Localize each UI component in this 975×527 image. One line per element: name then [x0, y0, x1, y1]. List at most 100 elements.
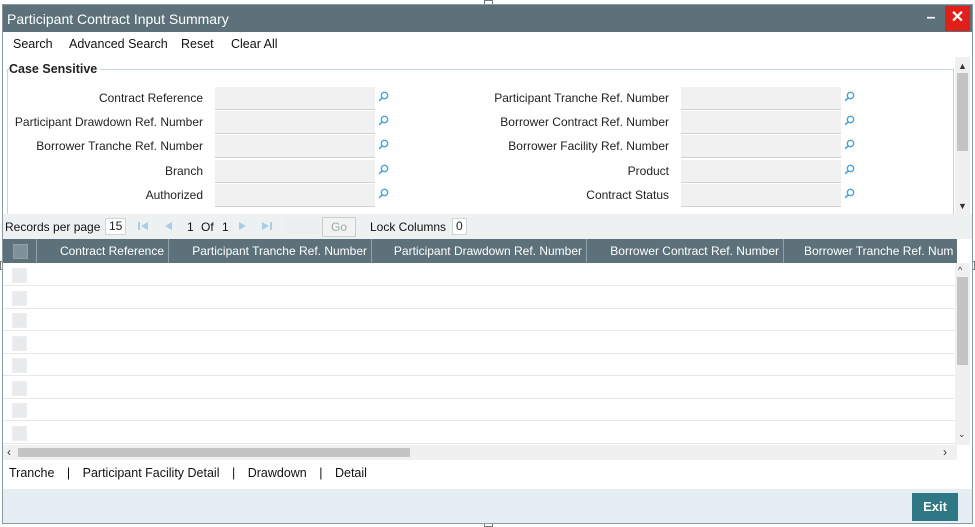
next-page-icon[interactable] — [237, 220, 249, 232]
case-sensitive-legend: Case Sensitive — [9, 62, 101, 76]
participant-facility-detail-link[interactable]: Participant Facility Detail — [83, 466, 220, 480]
scroll-down-icon[interactable]: ▼ — [958, 201, 967, 211]
pagination-bar: Records per page 15 1 Of 1 Go Lock Colum… — [3, 214, 972, 239]
contract-status-input[interactable] — [681, 184, 841, 207]
scroll-right-icon[interactable]: › — [943, 445, 947, 459]
search-lens-icon[interactable] — [378, 115, 389, 126]
last-page-icon[interactable] — [261, 220, 273, 232]
search-lens-icon[interactable] — [844, 115, 855, 126]
label-participant-tranche-ref: Participant Tranche Ref. Number — [494, 91, 669, 105]
scrollbar-thumb[interactable] — [957, 73, 968, 151]
label-authorized: Authorized — [145, 188, 203, 202]
table-row[interactable] — [3, 331, 957, 354]
borrower-facility-ref-input[interactable] — [681, 135, 841, 158]
borrower-tranche-ref-input[interactable] — [215, 135, 375, 158]
row-checkbox[interactable] — [12, 313, 27, 328]
bottom-bar — [3, 489, 972, 523]
page-number-input[interactable] — [285, 218, 319, 234]
records-per-page-select[interactable]: 15 — [105, 218, 127, 235]
criteria-scrollbar[interactable]: ▲ ▼ — [955, 57, 970, 214]
table-row[interactable] — [3, 263, 957, 286]
label-contract-status: Contract Status — [586, 188, 669, 202]
label-contract-reference: Contract Reference — [98, 91, 203, 105]
reset-button[interactable]: Reset — [181, 37, 214, 51]
window-title: Participant Contract Input Summary — [7, 11, 229, 27]
table-row[interactable] — [3, 376, 957, 399]
search-lens-icon[interactable] — [844, 188, 855, 199]
label-product: Product — [627, 164, 669, 178]
total-pages: 1 — [222, 220, 229, 234]
row-checkbox[interactable] — [12, 335, 27, 351]
close-icon[interactable]: ✕ — [945, 6, 970, 31]
go-button[interactable]: Go — [322, 217, 356, 237]
column-header-borrower-tranche-ref[interactable]: Borrower Tranche Ref. Num — [784, 239, 957, 263]
clear-all-button[interactable]: Clear All — [231, 37, 278, 51]
detail-link[interactable]: Detail — [335, 466, 367, 480]
link-separator: | — [319, 466, 323, 480]
search-lens-icon[interactable] — [844, 91, 855, 102]
branch-input[interactable] — [215, 160, 375, 183]
table-row[interactable] — [3, 353, 957, 376]
participant-drawdown-ref-input[interactable] — [215, 111, 375, 134]
product-input[interactable] — [681, 160, 841, 183]
previous-page-icon[interactable] — [162, 220, 174, 232]
grid-vertical-scrollbar[interactable]: ^ ⌄ — [955, 263, 970, 445]
grid-header: Contract Reference Participant Tranche R… — [3, 239, 957, 263]
advanced-search-button[interactable]: Advanced Search — [69, 37, 168, 51]
scroll-left-icon[interactable]: ‹ — [7, 445, 11, 459]
scrollbar-thumb[interactable] — [957, 277, 968, 365]
search-button[interactable]: Search — [13, 37, 53, 51]
tranche-link[interactable]: Tranche — [9, 466, 54, 480]
row-checkbox[interactable] — [12, 358, 27, 373]
label-borrower-contract-ref: Borrower Contract Ref. Number — [500, 115, 669, 129]
link-separator: | — [66, 466, 71, 480]
search-lens-icon[interactable] — [378, 164, 389, 175]
scroll-up-icon[interactable]: ^ — [958, 265, 962, 275]
column-header-contract-reference[interactable]: Contract Reference — [37, 239, 169, 263]
column-header-participant-drawdown-ref[interactable]: Participant Drawdown Ref. Number — [372, 239, 587, 263]
row-checkbox[interactable] — [12, 403, 27, 418]
search-lens-icon[interactable] — [844, 164, 855, 175]
table-row[interactable] — [3, 286, 957, 309]
label-borrower-facility-ref: Borrower Facility Ref. Number — [508, 139, 669, 153]
search-lens-icon[interactable] — [378, 91, 389, 102]
column-header-participant-tranche-ref[interactable]: Participant Tranche Ref. Number — [169, 239, 372, 263]
contract-reference-input[interactable] — [215, 87, 375, 110]
row-checkbox[interactable] — [12, 380, 27, 396]
exit-button[interactable]: Exit — [912, 493, 958, 521]
dialog-window: Participant Contract Input Summary – ✕ S… — [2, 4, 973, 524]
table-row[interactable] — [3, 421, 957, 444]
row-checkbox[interactable] — [12, 268, 27, 283]
authorized-input[interactable] — [215, 184, 375, 207]
select-all-header[interactable] — [3, 239, 37, 263]
scroll-up-icon[interactable]: ▲ — [958, 61, 967, 71]
detail-links: Tranche | Participant Facility Detail | … — [9, 466, 367, 480]
link-separator: | — [231, 466, 236, 480]
grid-horizontal-scrollbar[interactable]: ‹ › — [3, 445, 957, 460]
label-borrower-tranche-ref: Borrower Tranche Ref. Number — [36, 139, 203, 153]
table-row[interactable] — [3, 308, 957, 331]
records-per-page-label: Records per page — [5, 220, 101, 234]
participant-tranche-ref-input[interactable] — [681, 87, 841, 110]
results-grid: Contract Reference Participant Tranche R… — [3, 239, 957, 445]
drawdown-link[interactable]: Drawdown — [248, 466, 307, 480]
search-lens-icon[interactable] — [844, 139, 855, 150]
search-lens-icon[interactable] — [378, 188, 389, 199]
title-bar: Participant Contract Input Summary – ✕ — [3, 5, 972, 32]
of-label: Of — [201, 220, 214, 234]
first-page-icon[interactable] — [137, 220, 149, 232]
search-lens-icon[interactable] — [378, 139, 389, 150]
table-row[interactable] — [3, 398, 957, 421]
row-checkbox[interactable] — [12, 425, 27, 441]
column-header-borrower-contract-ref[interactable]: Borrower Contract Ref. Number — [587, 239, 784, 263]
label-branch: Branch — [164, 164, 203, 178]
current-page: 1 — [187, 220, 194, 234]
row-checkbox[interactable] — [12, 290, 27, 306]
minimize-icon[interactable]: – — [920, 8, 942, 30]
scroll-down-icon[interactable]: ⌄ — [958, 429, 966, 440]
lock-columns-input[interactable]: 0 — [452, 218, 467, 235]
borrower-contract-ref-input[interactable] — [681, 111, 841, 134]
label-participant-drawdown-ref: Participant Drawdown Ref. Number — [14, 115, 203, 129]
scrollbar-thumb[interactable] — [18, 448, 410, 457]
toolbar: Search Advanced Search Reset Clear All — [3, 33, 972, 57]
